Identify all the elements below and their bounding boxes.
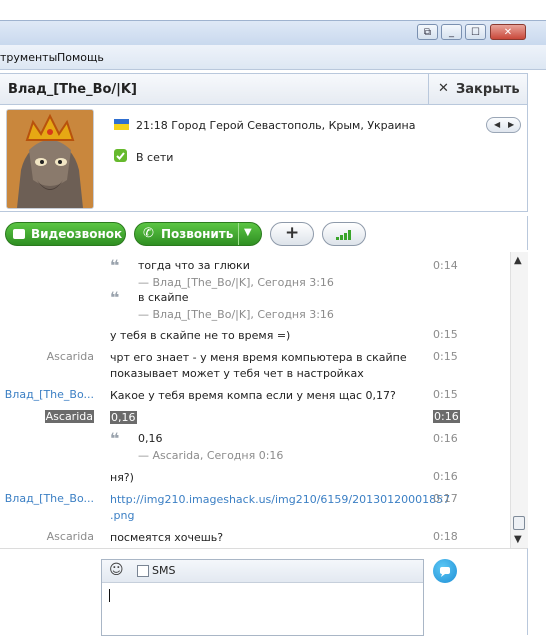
restore-icon[interactable]: ⧉ bbox=[417, 24, 438, 40]
quote-icon: ❝ bbox=[110, 288, 120, 307]
scroll-up-icon[interactable]: ▲ bbox=[514, 255, 522, 266]
contact-header: Влад_[The_Bo/|K] ✕ Закрыть bbox=[0, 73, 528, 105]
scroll-down-icon[interactable]: ▼ bbox=[514, 534, 522, 545]
message-time: 0:15 bbox=[433, 328, 458, 341]
message-text: у тебя в скайпе не то время =) bbox=[110, 329, 291, 342]
close-conversation-label: Закрыть bbox=[456, 82, 520, 97]
message-compose-box[interactable]: ☺ SMS bbox=[101, 559, 424, 636]
quote-text: в скайпе bbox=[138, 291, 189, 304]
add-button[interactable]: + bbox=[270, 222, 314, 246]
message-sender[interactable]: Ascarida bbox=[47, 350, 94, 363]
window-titlebar: ⧉ _ ☐ ✕ bbox=[0, 20, 546, 45]
arrow-right-icon[interactable]: ▶ bbox=[508, 120, 514, 129]
message-sender[interactable]: Ascarida bbox=[47, 530, 94, 543]
quote-text: 0,16 bbox=[138, 432, 163, 445]
chat-history: ❝ тогда что за глюки 0:14 — Влад_[The_Bo… bbox=[0, 252, 510, 548]
quote-text: тогда что за глюки bbox=[138, 259, 250, 272]
message-text-line1: чрт его знает - у меня время компьютера … bbox=[110, 351, 407, 364]
call-quality-button[interactable] bbox=[322, 222, 366, 246]
quote-source: — Ascarida, Сегодня 0:16 bbox=[138, 449, 284, 462]
quote-source: — Влад_[The_Bo/|K], Сегодня 3:16 bbox=[138, 308, 334, 321]
close-x-icon: ✕ bbox=[438, 81, 449, 96]
video-call-button[interactable]: Видеозвонок bbox=[5, 222, 126, 246]
message-link-line1[interactable]: http://img210.imageshack.us/img210/6159/… bbox=[110, 492, 450, 508]
message-sender[interactable]: Влад_[The_Bo... bbox=[5, 492, 94, 505]
call-label: Позвонить bbox=[161, 227, 234, 241]
profile-nav-arrows[interactable]: ◀ ▶ bbox=[486, 117, 521, 133]
message-input-area: ☺ SMS bbox=[0, 548, 528, 636]
message-time: 0:16 bbox=[433, 410, 460, 423]
compose-toolbar: ☺ SMS bbox=[102, 560, 423, 583]
message-time: 0:15 bbox=[433, 350, 458, 363]
menu-item-tools[interactable]: трументы bbox=[0, 51, 57, 64]
menu-bar: трументы Помощь bbox=[0, 45, 546, 70]
contact-local-time-location: 21:18 Город Герой Севастополь, Крым, Укр… bbox=[136, 119, 416, 132]
close-icon[interactable]: ✕ bbox=[490, 24, 526, 40]
chat-scrollbar[interactable]: ▲ ▼ bbox=[510, 252, 528, 548]
menu-item-help[interactable]: Помощь bbox=[57, 51, 104, 64]
text-cursor bbox=[109, 589, 110, 602]
contact-name[interactable]: Влад_[The_Bo/|K] bbox=[8, 82, 137, 97]
close-conversation-button[interactable]: ✕ Закрыть bbox=[428, 74, 527, 104]
chevron-down-icon[interactable]: ▼ bbox=[244, 227, 252, 238]
message-sender[interactable]: Влад_[The_Bo... bbox=[5, 388, 94, 401]
message-time: 0:18 bbox=[433, 530, 458, 543]
message-link-line2[interactable]: .png bbox=[110, 508, 134, 524]
send-button[interactable] bbox=[433, 559, 457, 583]
message-time: 0:15 bbox=[433, 388, 458, 401]
message-text-line2: показывает может у тебя чет в настройках bbox=[110, 367, 364, 380]
phone-icon: ✆ bbox=[143, 226, 154, 241]
sms-label: SMS bbox=[152, 564, 176, 577]
maximize-icon[interactable]: ☐ bbox=[465, 24, 486, 40]
message-time: 0:14 bbox=[433, 259, 458, 272]
contact-profile-panel: 21:18 Город Герой Севастополь, Крым, Укр… bbox=[0, 105, 528, 212]
message-text: ня?) bbox=[110, 471, 134, 484]
arrow-left-icon[interactable]: ◀ bbox=[494, 120, 500, 129]
message-time: 0:16 bbox=[433, 470, 458, 483]
ukraine-flag-icon bbox=[114, 119, 129, 130]
quote-icon: ❝ bbox=[110, 256, 120, 275]
message-sender[interactable]: Ascarida bbox=[44, 410, 94, 423]
sms-checkbox[interactable] bbox=[137, 565, 149, 577]
scroll-thumb[interactable] bbox=[513, 516, 525, 530]
online-status-icon bbox=[114, 149, 127, 162]
send-icon bbox=[440, 567, 450, 577]
emoticon-icon[interactable]: ☺ bbox=[109, 562, 124, 578]
call-button[interactable]: ✆ Позвонить ▼ bbox=[134, 222, 262, 246]
video-call-label: Видеозвонок bbox=[31, 227, 123, 241]
signal-bars-icon bbox=[336, 230, 351, 240]
quote-icon: ❝ bbox=[110, 429, 120, 448]
quote-source: — Влад_[The_Bo/|K], Сегодня 3:16 bbox=[138, 276, 334, 289]
message-text: посмеятся хочешь? bbox=[110, 531, 224, 544]
minimize-icon[interactable]: _ bbox=[441, 24, 462, 40]
call-toolbar: Видеозвонок ✆ Позвонить ▼ + bbox=[0, 216, 528, 250]
avatar[interactable] bbox=[6, 109, 94, 209]
message-time: 0:16 bbox=[433, 432, 458, 445]
plus-icon: + bbox=[285, 223, 300, 243]
video-camera-icon bbox=[13, 229, 25, 239]
message-time: 0:17 bbox=[433, 492, 458, 505]
message-text: 0,16 bbox=[110, 411, 137, 424]
contact-status: В сети bbox=[136, 151, 174, 164]
message-text: Какое у тебя время компа если у меня щас… bbox=[110, 389, 396, 402]
